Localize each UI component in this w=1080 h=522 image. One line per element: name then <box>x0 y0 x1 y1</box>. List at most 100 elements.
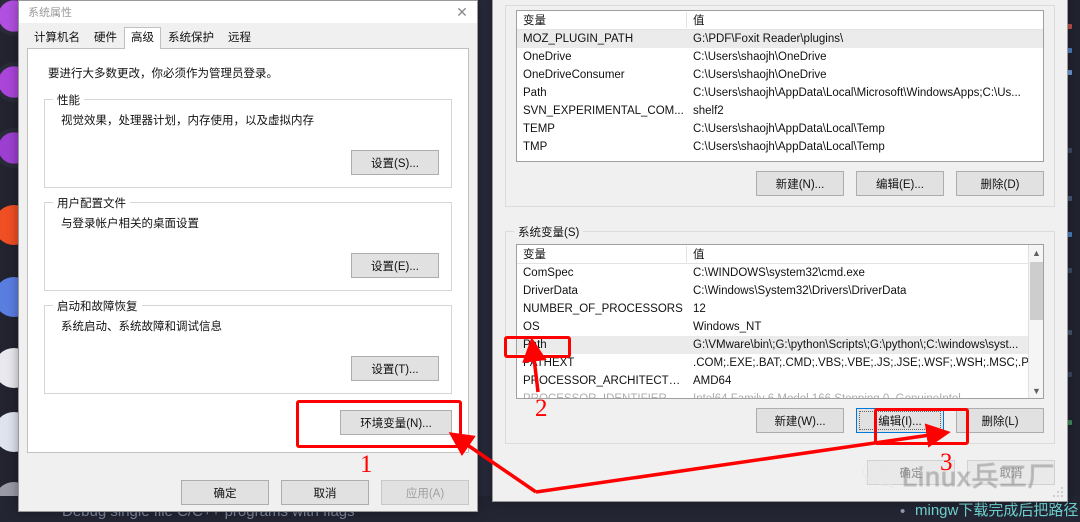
startup-recovery-group-text: 系统启动、系统故障和调试信息 <box>61 321 222 333</box>
cancel-button[interactable]: 取消 <box>281 480 369 505</box>
table-row[interactable]: MOZ_PLUGIN_PATH G:\PDF\Foxit Reader\plug… <box>517 30 1043 48</box>
user-profiles-group-text: 与登录帐户相关的桌面设置 <box>61 218 199 230</box>
user-profiles-settings-button[interactable]: 设置(E)... <box>351 253 439 278</box>
cell-variable: TEMP <box>523 123 555 135</box>
system-properties-dialog: 系统属性 ✕ 计算机名 硬件 高级 系统保护 远程 要进行大多数更改，你必须作为… <box>18 0 478 512</box>
environment-variables-button[interactable]: 环境变量(N)... <box>340 410 452 435</box>
cell-value: C:\Users\shaojh\AppData\Local\Temp <box>693 141 885 153</box>
system-new-button[interactable]: 新建(W)... <box>756 408 844 433</box>
cell-value: Windows_NT <box>693 321 762 333</box>
table-row[interactable]: OneDrive C:\Users\shaojh\OneDrive <box>517 48 1043 66</box>
system-properties-tabs: 计算机名 硬件 高级 系统保护 远程 <box>27 27 477 49</box>
admin-hint-text: 要进行大多数更改，你必须作为管理员登录。 <box>48 68 278 80</box>
system-delete-button[interactable]: 删除(L) <box>956 408 1044 433</box>
user-variables-listview[interactable]: 变量 值 MOZ_PLUGIN_PATH G:\PDF\Foxit Reader… <box>516 10 1044 162</box>
table-row[interactable]: PROCESSOR_ARCHITECTURE AMD64 <box>517 372 1043 390</box>
annotation-number-1: 1 <box>360 451 373 478</box>
annotation-number-2: 2 <box>535 395 548 422</box>
cell-variable: Path <box>523 87 547 99</box>
system-variables-scrollbar[interactable]: ▲ ▼ <box>1028 245 1043 398</box>
startup-recovery-group-legend: 启动和故障恢复 <box>53 298 142 314</box>
cell-value: AMD64 <box>693 375 732 387</box>
cell-variable: DriverData <box>523 285 578 297</box>
user-variables-header: 变量 值 <box>517 11 1043 30</box>
user-new-button[interactable]: 新建(N)... <box>756 171 844 196</box>
cell-value: C:\Users\shaojh\OneDrive <box>693 51 827 63</box>
system-col-variable[interactable]: 变量 <box>517 246 687 262</box>
environment-variables-dialog: 变量 值 MOZ_PLUGIN_PATH G:\PDF\Foxit Reader… <box>492 0 1068 502</box>
tab-advanced[interactable]: 高级 <box>124 27 161 49</box>
table-row[interactable]: PROCESSOR_IDENTIFIER Intel64 Family 6 Mo… <box>517 390 1043 399</box>
system-variables-header: 变量 值 <box>517 245 1043 264</box>
cell-variable: PATHEXT <box>523 357 575 369</box>
table-row[interactable]: NUMBER_OF_PROCESSORS 12 <box>517 300 1043 318</box>
cell-variable: TMP <box>523 141 548 153</box>
close-icon[interactable]: ✕ <box>447 1 477 23</box>
cell-variable: PROCESSOR_ARCHITECTURE <box>523 375 687 387</box>
user-profiles-group-legend: 用户配置文件 <box>53 195 130 211</box>
table-row[interactable]: ComSpec C:\WINDOWS\system32\cmd.exe <box>517 264 1043 282</box>
system-variables-group-legend: 系统变量(S) <box>514 224 584 240</box>
tab-computer-name[interactable]: 计算机名 <box>27 27 87 48</box>
table-row[interactable]: Path C:\Users\shaojh\AppData\Local\Micro… <box>517 84 1043 102</box>
user-delete-button[interactable]: 删除(D) <box>956 171 1044 196</box>
table-row[interactable]: Path G:\VMware\bin\;G:\python\Scripts\;G… <box>517 336 1043 354</box>
performance-group-text: 视觉效果，处理器计划，内存使用，以及虚拟内存 <box>61 115 314 127</box>
table-row[interactable]: PATHEXT .COM;.EXE;.BAT;.CMD;.VBS;.VBE;.J… <box>517 354 1043 372</box>
performance-group: 性能 视觉效果，处理器计划，内存使用，以及虚拟内存 设置(S)... <box>44 92 452 188</box>
env-cancel-button[interactable]: 取消 <box>967 460 1055 485</box>
cell-value: 12 <box>693 303 706 315</box>
scrollbar-thumb[interactable] <box>1030 262 1043 320</box>
advanced-tab-panel: 要进行大多数更改，你必须作为管理员登录。 性能 视觉效果，处理器计划，内存使用，… <box>27 48 469 453</box>
chevron-down-icon[interactable]: ▼ <box>1029 383 1043 398</box>
background-bottom-right-text: mingw下载完成后把路径 <box>915 502 1079 519</box>
tab-system-protection[interactable]: 系统保护 <box>161 27 221 48</box>
startup-recovery-settings-button[interactable]: 设置(T)... <box>351 356 439 381</box>
user-profiles-group: 用户配置文件 与登录帐户相关的桌面设置 设置(E)... <box>44 195 452 291</box>
tab-hardware[interactable]: 硬件 <box>87 27 124 48</box>
table-row[interactable]: TEMP C:\Users\shaojh\AppData\Local\Temp <box>517 120 1043 138</box>
system-variables-buttons: 新建(W)... 编辑(I)... 删除(L) <box>516 408 1044 433</box>
cell-variable: OneDriveConsumer <box>523 69 625 81</box>
user-col-value[interactable]: 值 <box>687 12 1043 28</box>
screenshot-root: Debug single file C/C++ programs with fl… <box>0 0 1080 522</box>
system-properties-titlebar: 系统属性 ✕ <box>19 1 477 23</box>
system-col-value[interactable]: 值 <box>687 246 1043 262</box>
cell-value: C:\Users\shaojh\AppData\Local\Temp <box>693 123 885 135</box>
table-row[interactable]: SVN_EXPERIMENTAL_COM... shelf2 <box>517 102 1043 120</box>
tab-remote[interactable]: 远程 <box>221 27 258 48</box>
cell-variable: OneDrive <box>523 51 572 63</box>
system-properties-title: 系统属性 <box>28 7 72 19</box>
user-col-variable[interactable]: 变量 <box>517 12 687 28</box>
table-row[interactable]: TMP C:\Users\shaojh\AppData\Local\Temp <box>517 138 1043 156</box>
annotation-number-3: 3 <box>940 449 953 476</box>
cell-value: C:\Users\shaojh\OneDrive <box>693 69 827 81</box>
user-edit-button[interactable]: 编辑(E)... <box>856 171 944 196</box>
ok-button[interactable]: 确定 <box>181 480 269 505</box>
apply-button: 应用(A) <box>381 480 469 505</box>
user-variables-group: 变量 值 MOZ_PLUGIN_PATH G:\PDF\Foxit Reader… <box>505 5 1055 207</box>
system-edit-button[interactable]: 编辑(I)... <box>856 408 944 433</box>
cell-value: .COM;.EXE;.BAT;.CMD;.VBS;.VBE;.JS;.JSE;.… <box>693 357 1043 369</box>
cell-value: Intel64 Family 6 Model 166 Stepping 0, G… <box>693 393 961 399</box>
cell-value: C:\Windows\System32\Drivers\DriverData <box>693 285 907 297</box>
resize-grip-icon[interactable] <box>1052 486 1064 498</box>
table-row[interactable]: OS Windows_NT <box>517 318 1043 336</box>
cell-value: C:\Users\shaojh\AppData\Local\Microsoft\… <box>693 87 1021 99</box>
system-variables-listview[interactable]: 变量 值 ComSpec C:\WINDOWS\system32\cmd.exe… <box>516 244 1044 399</box>
chevron-up-icon[interactable]: ▲ <box>1029 245 1043 260</box>
cell-variable: Path <box>523 339 547 351</box>
cell-variable: OS <box>523 321 540 333</box>
performance-settings-button[interactable]: 设置(S)... <box>351 150 439 175</box>
cell-value: G:\PDF\Foxit Reader\plugins\ <box>693 33 844 45</box>
cell-value: shelf2 <box>693 105 724 117</box>
table-row[interactable]: OneDriveConsumer C:\Users\shaojh\OneDriv… <box>517 66 1043 84</box>
cell-value: C:\WINDOWS\system32\cmd.exe <box>693 267 865 279</box>
cell-variable: MOZ_PLUGIN_PATH <box>523 33 634 45</box>
background-bullet-icon: • <box>900 503 906 520</box>
cell-variable: SVN_EXPERIMENTAL_COM... <box>523 105 684 117</box>
table-row[interactable]: DriverData C:\Windows\System32\Drivers\D… <box>517 282 1043 300</box>
performance-group-legend: 性能 <box>53 92 84 108</box>
environment-variables-footer: 确定 取消 <box>493 460 1055 485</box>
cell-variable: ComSpec <box>523 267 574 279</box>
